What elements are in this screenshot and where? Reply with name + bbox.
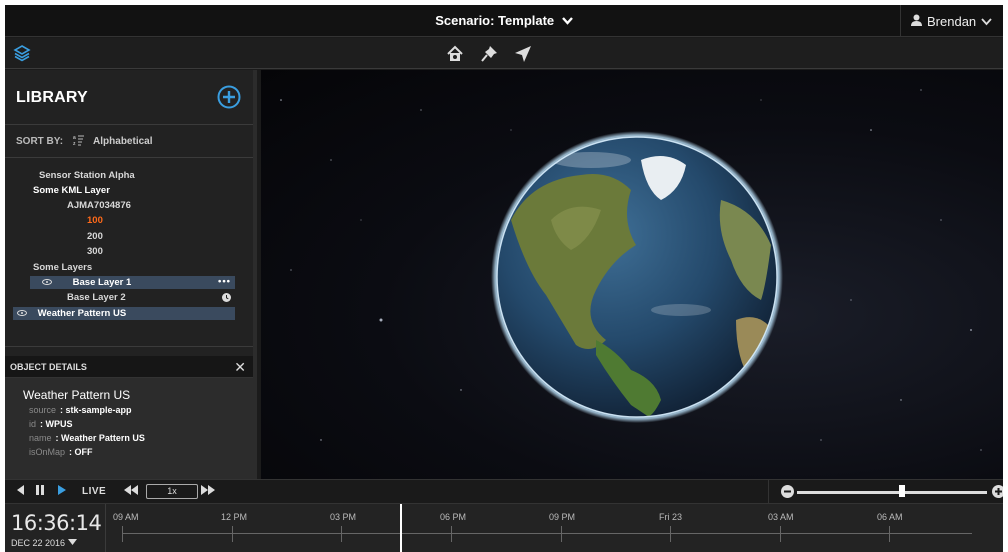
- user-menu[interactable]: Brendan: [900, 5, 1003, 37]
- chevron-down-icon: [981, 14, 992, 29]
- scenario-label: Scenario: Template: [435, 13, 555, 28]
- current-time-marker[interactable]: [400, 504, 402, 552]
- pin-icon[interactable]: [479, 44, 499, 64]
- map-tools: [445, 44, 533, 64]
- time-label: 06 PM: [440, 512, 467, 522]
- tree-item[interactable]: AJMA7034876: [67, 199, 131, 212]
- library-tree: Sensor Station Alpha Some KML Layer AJMA…: [5, 158, 253, 347]
- time-label: 12 PM: [221, 512, 248, 522]
- time-tick: [451, 526, 452, 542]
- step-back-icon[interactable]: [15, 484, 25, 499]
- object-details-header: OBJECT DETAILS ✕: [5, 356, 253, 378]
- object-prop: name: Weather Pattern US: [29, 433, 145, 443]
- tree-item[interactable]: Some Layers: [33, 261, 92, 274]
- svg-text:z: z: [73, 141, 76, 146]
- current-time: 16:36:14: [11, 511, 102, 535]
- library-panel: LIBRARY SORT BY: a z Alphabetical Sensor…: [5, 70, 257, 496]
- toolbar: [5, 38, 1003, 69]
- object-name: Weather Pattern US: [23, 388, 131, 402]
- fast-forward-icon[interactable]: [200, 484, 216, 499]
- rewind-icon[interactable]: [123, 484, 139, 499]
- time-label: 06 AM: [877, 512, 903, 522]
- time-tick: [232, 526, 233, 542]
- close-icon[interactable]: ✕: [234, 359, 246, 376]
- user-icon: [911, 14, 922, 29]
- live-button[interactable]: LIVE: [82, 486, 106, 497]
- timeline[interactable]: 16:36:14 DEC 22 2016 09 AM 12 PM 03 PM 0…: [5, 503, 1003, 552]
- tree-item[interactable]: Some KML Layer: [33, 184, 110, 197]
- tree-item[interactable]: Base Layer 2: [67, 291, 235, 304]
- user-name: Brendan: [927, 13, 977, 29]
- library-title: LIBRARY: [16, 89, 88, 106]
- caret-down-icon: [67, 538, 77, 548]
- time-label: 03 AM: [768, 512, 794, 522]
- object-details-title: OBJECT DETAILS: [10, 362, 87, 372]
- top-bar: Scenario: Template Brendan: [5, 5, 1003, 37]
- library-header: LIBRARY: [5, 70, 253, 125]
- clock: 16:36:14 DEC 22 2016: [5, 504, 106, 552]
- playback-bar: LIVE 1x: [5, 479, 1003, 504]
- time-tick: [122, 526, 123, 542]
- current-date[interactable]: DEC 22 2016: [11, 538, 77, 548]
- zoom-slider-thumb[interactable]: [898, 485, 905, 497]
- tree-item[interactable]: Sensor Station Alpha: [39, 169, 135, 182]
- zoom-in-icon[interactable]: [992, 485, 1003, 503]
- more-icon[interactable]: •••: [218, 275, 231, 288]
- chevron-down-icon: [561, 16, 573, 28]
- time-tick: [561, 526, 562, 542]
- layers-icon[interactable]: [13, 44, 31, 62]
- tree-item[interactable]: 300: [87, 245, 103, 258]
- time-label: 09 AM: [113, 512, 139, 522]
- tree-item-selected[interactable]: Base Layer 1 •••: [30, 276, 235, 289]
- zoom-slider-track[interactable]: [797, 491, 987, 494]
- time-tick: [670, 526, 671, 542]
- globe-scene[interactable]: [261, 70, 1003, 479]
- time-tick: [889, 526, 890, 542]
- timeline-axis: [122, 533, 972, 534]
- time-tick: [780, 526, 781, 542]
- sort-label: SORT BY:: [16, 135, 64, 147]
- globe-viewport[interactable]: [261, 70, 1003, 479]
- time-tick: [341, 526, 342, 542]
- eye-icon[interactable]: [42, 279, 52, 286]
- object-prop: source: stk-sample-app: [29, 405, 132, 415]
- clock-icon[interactable]: [222, 293, 231, 306]
- object-prop: id: WPUS: [29, 419, 73, 429]
- home-icon[interactable]: [445, 44, 465, 64]
- time-label: 09 PM: [549, 512, 576, 522]
- pause-icon[interactable]: [35, 484, 45, 499]
- zoom-out-icon[interactable]: [781, 485, 794, 503]
- sort-bar[interactable]: SORT BY: a z Alphabetical: [5, 125, 253, 158]
- speed-input[interactable]: 1x: [146, 484, 198, 499]
- sort-alpha-icon: a z: [73, 134, 85, 149]
- locate-arrow-icon[interactable]: [513, 44, 533, 64]
- app-frame: Scenario: Template Brendan LIBRARY SORT …: [5, 5, 1003, 552]
- tree-item-selected[interactable]: Weather Pattern US: [13, 307, 235, 320]
- scenario-selector[interactable]: Scenario: Template: [5, 13, 1003, 28]
- tree-item[interactable]: 100: [87, 214, 103, 227]
- time-label: Fri 23: [659, 512, 683, 522]
- object-prop: isOnMap: OFF: [29, 447, 93, 457]
- add-icon[interactable]: [217, 85, 241, 109]
- tree-item[interactable]: 200: [87, 230, 103, 243]
- time-label: 03 PM: [330, 512, 357, 522]
- eye-icon[interactable]: [17, 310, 27, 317]
- timeline-zoom: [768, 480, 1003, 504]
- sort-value: Alphabetical: [93, 135, 153, 147]
- play-icon[interactable]: [57, 484, 67, 499]
